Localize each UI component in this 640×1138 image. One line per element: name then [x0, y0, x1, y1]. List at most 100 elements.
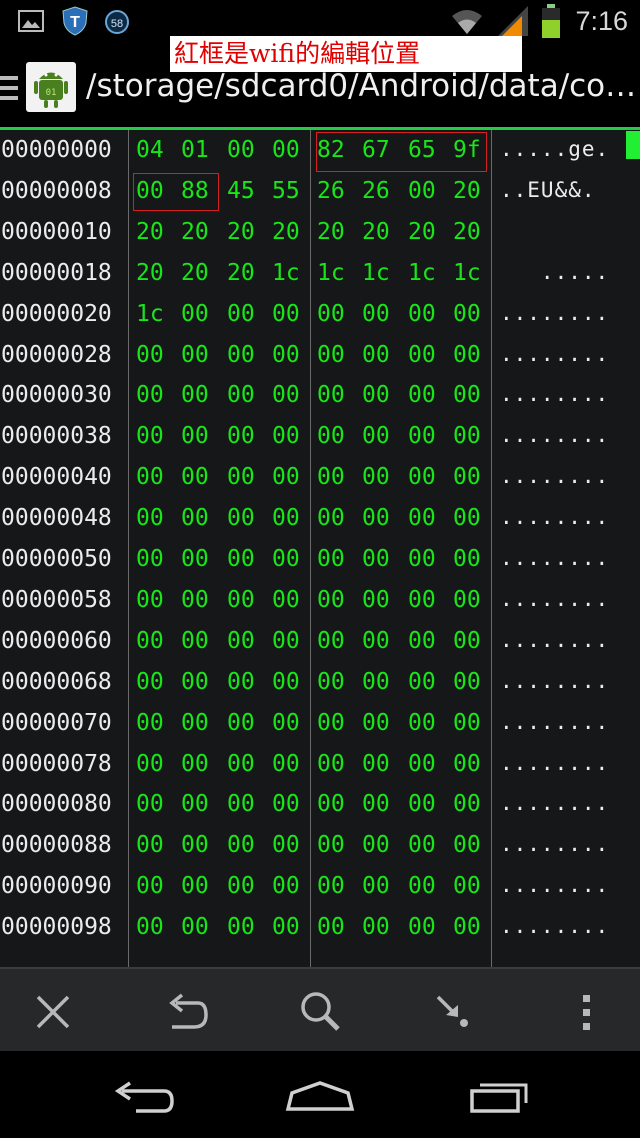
- hex-byte[interactable]: 00: [272, 342, 300, 368]
- hex-byte[interactable]: 00: [227, 832, 255, 858]
- hex-byte[interactable]: 00: [362, 587, 390, 613]
- hex-row[interactable]: 00000038 00 00 00 00 00 00 00 00........: [0, 417, 640, 458]
- search-icon[interactable]: [296, 987, 346, 1037]
- hex-byte[interactable]: 00: [181, 464, 209, 490]
- close-icon[interactable]: [28, 987, 78, 1037]
- hex-byte[interactable]: 00: [453, 628, 481, 654]
- hex-byte[interactable]: 00: [317, 464, 345, 490]
- hex-byte[interactable]: 20: [317, 219, 345, 245]
- hex-byte[interactable]: 00: [317, 914, 345, 940]
- hex-byte[interactable]: 00: [181, 791, 209, 817]
- hex-byte[interactable]: 00: [408, 751, 436, 777]
- hex-byte[interactable]: 00: [272, 751, 300, 777]
- hex-byte[interactable]: 00: [408, 710, 436, 736]
- hex-byte[interactable]: 20: [272, 219, 300, 245]
- hex-byte[interactable]: 00: [453, 464, 481, 490]
- hex-byte[interactable]: 00: [136, 382, 164, 408]
- hex-byte[interactable]: 00: [453, 791, 481, 817]
- hex-byte[interactable]: 00: [317, 505, 345, 531]
- hex-row[interactable]: 00000070 00 00 00 00 00 00 00 00........: [0, 704, 640, 745]
- hex-byte[interactable]: 00: [453, 751, 481, 777]
- hex-byte[interactable]: 20: [181, 260, 209, 286]
- hex-byte[interactable]: 00: [408, 873, 436, 899]
- hex-byte[interactable]: 00: [317, 751, 345, 777]
- hex-byte[interactable]: 00: [272, 628, 300, 654]
- hex-byte[interactable]: 00: [453, 382, 481, 408]
- hex-byte[interactable]: 20: [227, 219, 255, 245]
- hex-byte[interactable]: 00: [408, 832, 436, 858]
- hex-byte[interactable]: 00: [136, 791, 164, 817]
- hex-byte[interactable]: 00: [181, 505, 209, 531]
- hex-byte[interactable]: 00: [227, 505, 255, 531]
- hex-byte[interactable]: 00: [136, 628, 164, 654]
- back-icon[interactable]: [104, 1071, 184, 1121]
- hex-byte[interactable]: 00: [453, 832, 481, 858]
- hex-byte[interactable]: 00: [227, 710, 255, 736]
- undo-icon[interactable]: [162, 987, 212, 1037]
- hex-byte[interactable]: 00: [362, 301, 390, 327]
- hex-byte[interactable]: 00: [181, 423, 209, 449]
- hex-byte[interactable]: 00: [181, 832, 209, 858]
- home-icon[interactable]: [280, 1071, 360, 1121]
- hex-row[interactable]: 00000040 00 00 00 00 00 00 00 00........: [0, 458, 640, 499]
- hex-byte[interactable]: 00: [136, 873, 164, 899]
- drawer-menu-icon[interactable]: [0, 76, 18, 106]
- hex-byte[interactable]: 00: [408, 423, 436, 449]
- hex-byte[interactable]: 00: [227, 791, 255, 817]
- hex-byte[interactable]: 55: [272, 178, 300, 204]
- hex-byte[interactable]: 00: [136, 342, 164, 368]
- hex-byte[interactable]: 00: [453, 873, 481, 899]
- hex-byte[interactable]: 00: [272, 669, 300, 695]
- hex-byte[interactable]: 00: [362, 382, 390, 408]
- hex-byte[interactable]: 00: [453, 710, 481, 736]
- hex-byte[interactable]: 00: [317, 832, 345, 858]
- hex-byte[interactable]: 00: [408, 464, 436, 490]
- hex-byte[interactable]: 00: [317, 710, 345, 736]
- hex-byte[interactable]: 00: [227, 628, 255, 654]
- hex-byte[interactable]: 00: [181, 546, 209, 572]
- hex-byte[interactable]: 00: [181, 587, 209, 613]
- hex-byte[interactable]: 00: [136, 832, 164, 858]
- hex-byte[interactable]: 20: [453, 178, 481, 204]
- hex-byte[interactable]: 00: [227, 669, 255, 695]
- overflow-menu-icon[interactable]: [562, 987, 612, 1037]
- hex-row[interactable]: 00000058 00 00 00 00 00 00 00 00........: [0, 581, 640, 622]
- hex-byte[interactable]: 00: [362, 423, 390, 449]
- hex-byte[interactable]: 00: [453, 301, 481, 327]
- hex-byte[interactable]: 00: [272, 791, 300, 817]
- hex-byte[interactable]: 00: [453, 914, 481, 940]
- hex-byte[interactable]: 20: [453, 219, 481, 245]
- hex-byte[interactable]: 00: [136, 669, 164, 695]
- hex-byte[interactable]: 00: [227, 137, 255, 163]
- goto-icon[interactable]: [430, 987, 480, 1037]
- hex-byte[interactable]: 00: [317, 587, 345, 613]
- hex-byte[interactable]: 20: [136, 260, 164, 286]
- android-app-icon[interactable]: 01: [26, 62, 76, 112]
- hex-byte[interactable]: 00: [181, 873, 209, 899]
- hex-byte[interactable]: 00: [272, 710, 300, 736]
- hex-byte[interactable]: 00: [317, 423, 345, 449]
- hex-byte[interactable]: 20: [408, 219, 436, 245]
- hex-byte[interactable]: 00: [227, 873, 255, 899]
- hex-byte[interactable]: 00: [453, 546, 481, 572]
- hex-byte[interactable]: 00: [272, 914, 300, 940]
- hex-byte[interactable]: 00: [408, 342, 436, 368]
- hex-byte[interactable]: 00: [362, 710, 390, 736]
- hex-byte[interactable]: 00: [362, 832, 390, 858]
- hex-byte[interactable]: 00: [362, 628, 390, 654]
- hex-byte[interactable]: 00: [227, 423, 255, 449]
- hex-byte[interactable]: 00: [181, 914, 209, 940]
- hex-byte[interactable]: 00: [272, 464, 300, 490]
- hex-byte[interactable]: 00: [227, 914, 255, 940]
- hex-row[interactable]: 00000020 1c 00 00 00 00 00 00 00........: [0, 295, 640, 336]
- hex-byte[interactable]: 00: [408, 914, 436, 940]
- hex-byte[interactable]: 00: [272, 301, 300, 327]
- hex-byte[interactable]: 00: [181, 710, 209, 736]
- hex-row[interactable]: 00000018 20 20 20 1c 1c 1c 1c 1c .....: [0, 254, 640, 295]
- hex-byte[interactable]: 00: [136, 546, 164, 572]
- hex-byte[interactable]: 00: [317, 628, 345, 654]
- hex-byte[interactable]: 00: [317, 546, 345, 572]
- hex-byte[interactable]: 1c: [136, 301, 164, 327]
- hex-byte[interactable]: 00: [272, 587, 300, 613]
- hex-byte[interactable]: 00: [362, 342, 390, 368]
